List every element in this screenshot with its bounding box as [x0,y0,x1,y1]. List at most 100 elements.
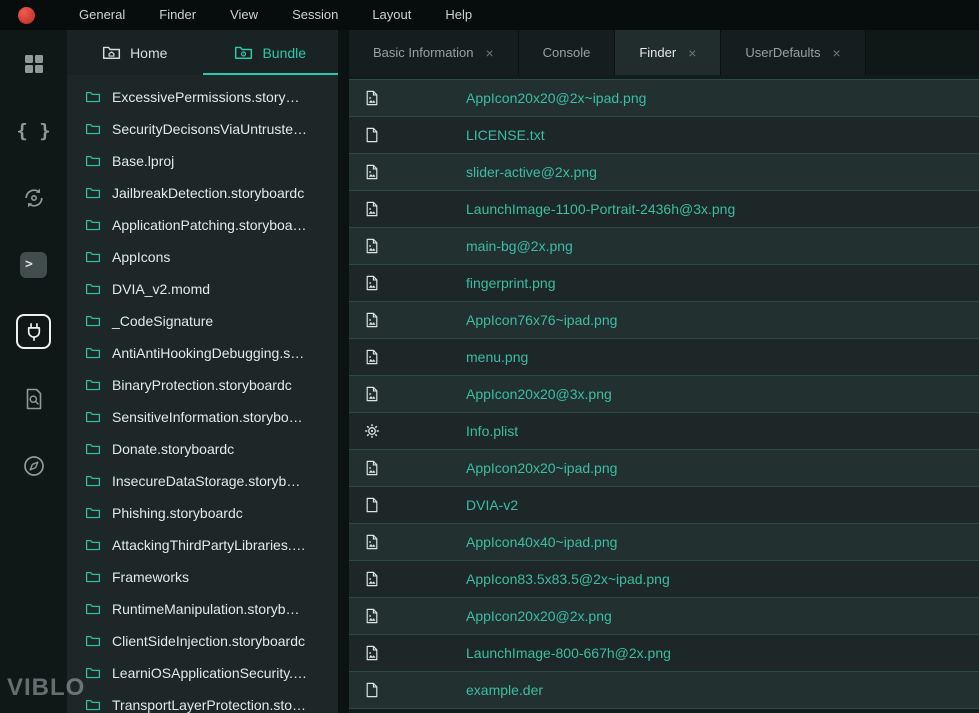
tab-console[interactable]: Console [519,30,616,75]
editor-tabs: Basic Information × Console Finder × Use… [349,30,979,75]
file-row[interactable]: AppIcon83.5x83.5@2x~ipad.png [349,560,979,597]
tree-folder-item[interactable]: Frameworks [67,561,338,593]
file-row[interactable]: LICENSE.txt [349,116,979,153]
tree-folder-item[interactable]: JailbreakDetection.storyboardc [67,177,338,209]
braces-icon[interactable]: { } [0,97,67,164]
tree-folder-item[interactable]: ApplicationPatching.storyboa… [67,209,338,241]
image-file-icon [364,238,381,254]
file-name: menu.png [466,349,528,365]
tree-folder-item[interactable]: Donate.storyboardc [67,433,338,465]
image-file-icon [364,608,381,624]
tree-folder-item[interactable]: DVIA_v2.momd [67,273,338,305]
file-row[interactable]: AppIcon40x40~ipad.png [349,523,979,560]
folder-name: SensitiveInformation.storybo… [112,409,303,425]
close-icon[interactable]: × [833,46,841,60]
tree-folder-item[interactable]: BinaryProtection.storyboardc [67,369,338,401]
tab-bundle[interactable]: Bundle [203,30,339,75]
folder-name: AppIcons [112,249,170,265]
close-icon[interactable]: × [485,46,493,60]
tree-folder-item[interactable]: _CodeSignature [67,305,338,337]
menu-help[interactable]: Help [428,0,489,30]
tree-folder-item[interactable]: ClientSideInjection.storyboardc [67,625,338,657]
file-tree-panel: Home Bundle ExcessivePermissions.story… … [67,30,338,713]
folder-name: _CodeSignature [112,313,213,329]
panel-scrollbar-track[interactable] [338,30,349,713]
folder-name: DVIA_v2.momd [112,281,210,297]
file-row[interactable]: AppIcon20x20@2x.png [349,597,979,634]
file-name: AppIcon20x20~ipad.png [466,460,617,476]
file-name: AppIcon20x20@2x~ipad.png [466,90,646,106]
file-row[interactable]: menu.png [349,338,979,375]
menu-view[interactable]: View [213,0,275,30]
close-icon[interactable]: × [688,46,696,60]
tree-folder-item[interactable]: TransportLayerProtection.sto… [67,689,338,713]
tree-folder-item[interactable]: ExcessivePermissions.story… [67,81,338,113]
file-row[interactable]: AppIcon20x20@3x.png [349,375,979,412]
image-file-icon [364,201,381,217]
folder-name: Frameworks [112,569,189,585]
tree-tabs: Home Bundle [67,30,338,75]
tree-folder-item[interactable]: InsecureDataStorage.storyb… [67,465,338,497]
folder-icon [85,409,101,425]
file-icon [364,497,381,513]
menu-general[interactable]: General [62,0,142,30]
tree-folder-item[interactable]: AntiAntiHookingDebugging.s… [67,337,338,369]
tree-folder-item[interactable]: RuntimeManipulation.storyb… [67,593,338,625]
compass-icon[interactable] [0,432,67,499]
file-row[interactable]: AppIcon20x20@2x~ipad.png [349,79,979,116]
terminal-prompt: > [20,252,47,278]
sync-gear-icon[interactable] [0,164,67,231]
file-search-icon[interactable] [0,365,67,432]
file-icon [364,127,381,143]
menu-finder[interactable]: Finder [142,0,213,30]
folder-icon [85,345,101,361]
activity-bar: { } > [0,30,67,713]
tree-folder-item[interactable]: SensitiveInformation.storybo… [67,401,338,433]
tree-folder-item[interactable]: SecurityDecisonsViaUntruste… [67,113,338,145]
terminal-icon[interactable]: > [0,231,67,298]
image-file-icon [364,349,381,365]
menu-session[interactable]: Session [275,0,355,30]
file-row[interactable]: main-bg@2x.png [349,227,979,264]
tree-folder-item[interactable]: LearniOSApplicationSecurity.… [67,657,338,689]
folder-icon [85,185,101,201]
tree-folder-item[interactable]: Phishing.storyboardc [67,497,338,529]
folder-name: Phishing.storyboardc [112,505,243,521]
tree-folder-item[interactable]: Base.lproj [67,145,338,177]
folder-name: Base.lproj [112,153,174,169]
file-name: AppIcon76x76~ipad.png [466,312,617,328]
tab-finder[interactable]: Finder × [615,30,721,75]
tab-home[interactable]: Home [67,30,203,75]
file-row[interactable]: DVIA-v2 [349,486,979,523]
app-logo-icon[interactable] [18,7,35,24]
tree-folder-item[interactable]: AppIcons [67,241,338,273]
active-tab-underline [203,73,339,75]
folder-name: TransportLayerProtection.sto… [112,697,306,713]
plug-icon [16,314,51,349]
file-row[interactable]: Info.plist [349,412,979,449]
menu-layout[interactable]: Layout [355,0,428,30]
file-row[interactable]: example.der [349,671,979,708]
tree-folder-item[interactable]: AttackingThirdPartyLibraries.… [67,529,338,561]
file-row[interactable]: AppIcon76x76~ipad.png [349,301,979,338]
file-row[interactable]: fingerprint.png [349,264,979,301]
folder-icon [85,665,101,681]
file-row[interactable]: AppIcon20x20~ipad.png [349,449,979,486]
tab-userdefaults[interactable]: UserDefaults × [721,30,865,75]
folder-icon [85,121,101,137]
file-row[interactable]: slider-active@2x.png [349,153,979,190]
file-row[interactable]: LaunchImage-1100-Portrait-2436h@3x.png [349,190,979,227]
folder-name: BinaryProtection.storyboardc [112,377,292,393]
file-name: example.der [466,682,543,698]
file-name: AppIcon40x40~ipad.png [466,534,617,550]
tab-basic-information[interactable]: Basic Information × [349,30,519,75]
tab-home-label: Home [130,45,167,61]
finder-rail-item-active[interactable] [0,298,67,365]
file-row[interactable]: LaunchImage-800-667h@2x.png [349,634,979,671]
folder-name: ExcessivePermissions.story… [112,89,300,105]
file-name: AppIcon83.5x83.5@2x~ipad.png [466,571,670,587]
folder-icon [85,505,101,521]
dashboard-icon[interactable] [0,30,67,97]
image-file-icon [364,571,381,587]
menu-bar: General Finder View Session Layout Help [0,0,979,30]
